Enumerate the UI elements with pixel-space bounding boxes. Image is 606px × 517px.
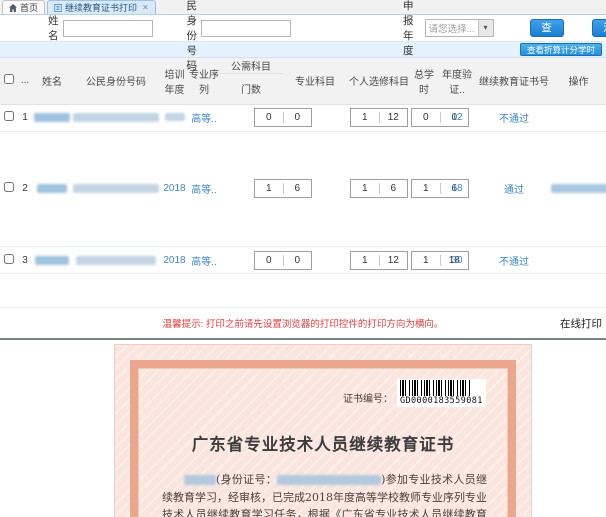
redacted-cert-no-blur <box>551 184 606 194</box>
certificate-number-label: 证书编号： <box>343 394 393 406</box>
public-subject-box: 00 <box>254 108 312 127</box>
table-row: 3 2018 高等.. 00 1 12 1 18 30 不通过 <box>0 246 606 275</box>
clear-button[interactable]: 清空 <box>591 19 606 51</box>
verify-status-link[interactable]: 不通过 <box>499 257 529 268</box>
row-checkbox[interactable] <box>4 182 14 193</box>
redacted-year-blur <box>164 113 185 122</box>
col-annual-verify: 年度验证.. <box>437 58 477 105</box>
name-input[interactable] <box>62 19 153 37</box>
major-subject-box: 1 12 <box>350 108 408 127</box>
redacted-id-blur <box>76 255 156 265</box>
tab-certificate-print[interactable]: 继续教育证书打印 ✕ <box>47 0 156 14</box>
train-year-value: 2018 <box>160 131 189 248</box>
id-input[interactable] <box>201 19 291 37</box>
redacted-name-blur[interactable] <box>37 184 67 194</box>
certificate-title: 广东省专业技术人员继续教育证书 <box>191 435 455 455</box>
online-print-link[interactable]: 在线打印 <box>560 316 602 331</box>
certificate-body: (身份证号：)参加专业技术人员继续教育学习，经审核，已完成2018年度高等学校教… <box>162 471 487 517</box>
redacted-id-blur <box>73 112 159 122</box>
tab-home[interactable]: 首页 <box>2 0 46 14</box>
redacted-id-blur <box>73 184 159 194</box>
col-train-year: 培训年度 <box>160 58 189 105</box>
series-value: 高等.. <box>189 131 219 248</box>
grid-empty-area <box>0 274 606 309</box>
row-seq: 1 <box>18 104 32 132</box>
col-seq: ... <box>18 58 32 105</box>
col-id: 公民身份号码 <box>72 58 160 105</box>
col-name: 姓名 <box>32 58 72 105</box>
certificate-number-value: GD0000183559081 <box>400 396 483 407</box>
certificate-body-pre: (身份证号： <box>216 473 278 487</box>
search-form: 姓名 公民身份号码 申报年度 请您选择... ▾ 查询 清空 <box>0 0 606 72</box>
col-major-subjects: 专业科目 <box>283 58 347 105</box>
table-row: 1 高等.. 00 1 12 00 12 不通过 <box>0 104 606 132</box>
chevron-down-icon[interactable]: ▾ <box>477 20 493 36</box>
year-select-value: 请您选择... <box>428 24 475 35</box>
year-select[interactable]: 请您选择... ▾ <box>424 19 494 37</box>
redacted-name-blur[interactable] <box>35 255 69 265</box>
major-subject-box: 16 <box>350 179 408 199</box>
redacted-holder-id-blur <box>277 475 382 486</box>
tab-home-label: 首页 <box>20 3 39 13</box>
col-elective-subjects: 个人选修科目 <box>347 58 411 105</box>
year-label: 申报年度 <box>403 0 414 57</box>
select-all-checkbox[interactable] <box>4 74 14 85</box>
table-row: 2 2018 高等.. 16 16 16 18 通过 打印 [重新生成证书打印] <box>0 131 606 248</box>
certificate: 证书编号： GD0000183559081 广东省专业技术人员继续教育证书 (身… <box>114 344 532 517</box>
col-total-hours: 总学时 <box>411 58 437 105</box>
certificate-number-block: 证书编号： GD0000183559081 <box>343 379 531 408</box>
col-operation: 操作 <box>551 58 606 105</box>
train-year-value: 2018 <box>160 246 189 275</box>
close-icon[interactable]: ✕ <box>142 3 149 12</box>
public-subject-box: 16 <box>254 179 312 199</box>
notice-bar: 温馨提示: 打印之前请先设置浏览器的打印控件的打印方向为横向。 在线打印 <box>0 308 606 338</box>
row-checkbox[interactable] <box>4 253 14 264</box>
redacted-holder-name-blur <box>184 475 216 486</box>
query-button[interactable]: 查询 <box>529 19 564 51</box>
major-subject-box: 1 12 <box>350 250 408 270</box>
col-cert-no: 继续教育证书号 <box>477 58 551 105</box>
name-label: 姓名 <box>48 15 59 42</box>
id-label: 公民身份号码 <box>186 0 198 72</box>
barcode <box>400 380 472 397</box>
certificate-table: ... 姓名 公民身份号码 培训年度 专业序列 公需科目 专业科目 个人选修科目… <box>0 58 606 275</box>
document-icon <box>54 3 62 12</box>
print-orientation-warning: 温馨提示: 打印之前请先设置浏览器的打印控件的打印方向为横向。 <box>162 319 444 331</box>
series-value: 高等.. <box>189 246 219 275</box>
redacted-name-blur[interactable] <box>34 112 70 122</box>
view-converted-hours-button[interactable]: 查看折算计分学时 <box>519 43 602 56</box>
grid-toolbar: 查看折算计分学时 <box>0 42 606 58</box>
row-seq: 2 <box>18 131 32 248</box>
home-icon <box>9 3 17 12</box>
cert-no-cell <box>551 104 606 132</box>
cert-no-cell <box>551 246 606 275</box>
certificate-preview-area: 证书编号： GD0000183559081 广东省专业技术人员继续教育证书 (身… <box>0 338 606 517</box>
verify-status-link[interactable]: 不通过 <box>499 114 529 125</box>
public-subject-box: 00 <box>254 250 312 270</box>
verify-status-link[interactable]: 通过 <box>504 185 524 196</box>
row-seq: 3 <box>18 246 32 275</box>
series-value: 高等.. <box>189 104 219 132</box>
row-checkbox[interactable] <box>4 111 14 121</box>
col-public-doors: 门数 <box>219 73 283 105</box>
